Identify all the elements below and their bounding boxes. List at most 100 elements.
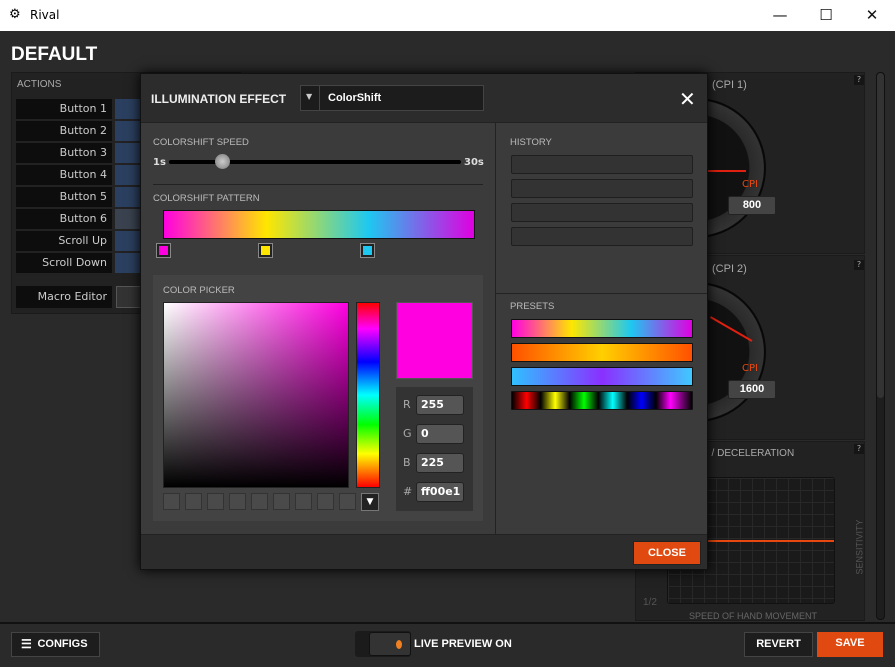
page-title: DEFAULT: [11, 44, 98, 65]
r-input[interactable]: 255: [416, 395, 464, 415]
preset-ice[interactable]: [511, 367, 693, 386]
hex-input[interactable]: ff00e1: [416, 482, 464, 502]
actions-label: ACTIONS: [17, 79, 62, 90]
action-item[interactable]: Scroll Up: [16, 231, 112, 251]
speed-min: 1s: [153, 157, 166, 168]
hue-slider[interactable]: [356, 302, 380, 488]
color-swatch[interactable]: [273, 493, 290, 510]
speed-slider[interactable]: [169, 154, 461, 169]
preset-fire[interactable]: [511, 343, 693, 362]
pattern-gradient-bar[interactable]: [163, 210, 475, 239]
color-swatch[interactable]: [339, 493, 356, 510]
color-swatch[interactable]: [163, 493, 180, 510]
pattern-stop[interactable]: [258, 243, 273, 258]
mouse-icon[interactable]: [115, 187, 140, 207]
live-preview-label: LIVE PREVIEW ON: [414, 638, 512, 650]
gauge-needle: [706, 170, 746, 172]
x-axis-label: SPEED OF HAND MOVEMENT: [689, 611, 818, 621]
indicator-light-icon: [396, 640, 402, 649]
color-swatch[interactable]: [295, 493, 312, 510]
color-swatch[interactable]: [251, 493, 268, 510]
close-button[interactable]: CLOSE: [633, 541, 701, 565]
selected-color-preview: [396, 302, 473, 379]
preset-rainbow[interactable]: [511, 319, 693, 338]
live-preview-toggle[interactable]: [355, 631, 411, 657]
presets-label: PRESETS: [510, 301, 555, 312]
history-slot[interactable]: [511, 203, 693, 222]
pattern-stop[interactable]: [156, 243, 171, 258]
effect-value: ColorShift: [328, 92, 382, 104]
list-icon: ☰: [21, 637, 32, 651]
cpi1-value[interactable]: 800: [728, 196, 776, 215]
action-item[interactable]: Button 4: [16, 165, 112, 185]
cpi1-label: CPI: [742, 179, 758, 190]
pattern-stop[interactable]: [360, 243, 375, 258]
hex-label: #: [403, 485, 413, 498]
maximize-button[interactable]: ☐: [803, 0, 849, 31]
color-picker-label: COLOR PICKER: [163, 285, 235, 296]
close-icon[interactable]: ✕: [679, 87, 696, 111]
help-icon[interactable]: ?: [854, 75, 864, 85]
dialog-header: ILLUMINATION EFFECT ▼ ColorShift ✕: [141, 74, 707, 123]
mouse-icon[interactable]: [115, 121, 140, 141]
dialog-title: ILLUMINATION EFFECT: [151, 92, 287, 106]
configs-label: CONFIGS: [37, 638, 88, 650]
action-item[interactable]: Button 6: [16, 209, 112, 229]
mouse-icon[interactable]: [115, 165, 140, 185]
b-input[interactable]: 225: [416, 453, 464, 473]
illumination-effect-dialog: ILLUMINATION EFFECT ▼ ColorShift ✕ COLOR…: [140, 73, 708, 570]
action-item[interactable]: Button 1: [16, 99, 112, 119]
mouse-icon[interactable]: [115, 253, 140, 273]
close-window-button[interactable]: ✕: [849, 0, 895, 31]
r-label: R: [403, 398, 411, 411]
history-label: HISTORY: [510, 137, 552, 148]
mouse-icon[interactable]: [115, 99, 140, 119]
macro-editor-button[interactable]: Macro Editor: [16, 286, 112, 308]
slider-thumb[interactable]: [214, 154, 230, 169]
speed-max: 30s: [464, 157, 484, 168]
cpi2-value[interactable]: 1600: [728, 380, 776, 399]
help-icon[interactable]: ?: [854, 260, 864, 270]
cpi2-label: CPI: [742, 363, 758, 374]
preset-strobe[interactable]: [511, 391, 693, 410]
pattern-label: COLORSHIFT PATTERN: [153, 193, 260, 204]
page-indicator: 1/2: [643, 597, 657, 608]
color-swatch[interactable]: [317, 493, 334, 510]
app-logo-icon: ⚙: [9, 7, 21, 22]
saturation-value-area[interactable]: [163, 302, 349, 488]
g-label: G: [403, 427, 412, 440]
cpi2-title: (CPI 2): [712, 263, 747, 275]
mouse-icon[interactable]: [115, 143, 140, 163]
effect-dropdown[interactable]: ▼ ColorShift: [300, 85, 484, 111]
configs-button[interactable]: ☰ CONFIGS: [11, 632, 100, 657]
history-slot[interactable]: [511, 179, 693, 198]
scrollbar[interactable]: [876, 72, 885, 620]
color-picker-panel: COLOR PICKER ▼ R 255 G 0 B 225 # ff00e1: [153, 275, 483, 521]
title-bar: ⚙ Rival — ☐ ✕: [0, 0, 895, 31]
gauge-icon[interactable]: [115, 209, 140, 229]
y-axis-label: SENSITIVITY: [854, 519, 865, 575]
mouse-icon[interactable]: [115, 231, 140, 251]
action-item[interactable]: Scroll Down: [16, 253, 112, 273]
action-item[interactable]: Button 5: [16, 187, 112, 207]
color-swatch[interactable]: [207, 493, 224, 510]
color-swatch[interactable]: [185, 493, 202, 510]
color-swatch[interactable]: [229, 493, 246, 510]
history-slot[interactable]: [511, 227, 693, 246]
chevron-down-icon[interactable]: ▼: [361, 493, 379, 511]
help-icon[interactable]: ?: [854, 444, 864, 454]
history-slot[interactable]: [511, 155, 693, 174]
action-item[interactable]: Button 3: [16, 143, 112, 163]
revert-button[interactable]: REVERT: [744, 632, 813, 657]
speed-label: COLORSHIFT SPEED: [153, 137, 249, 148]
chevron-down-icon: ▼: [306, 92, 313, 101]
cpi1-title: (CPI 1): [712, 79, 747, 91]
accel-title: I / DECELERATION: [706, 448, 795, 459]
g-input[interactable]: 0: [416, 424, 464, 444]
save-button[interactable]: SAVE: [817, 632, 883, 657]
dialog-footer: CLOSE: [141, 534, 707, 569]
b-label: B: [403, 456, 411, 469]
minimize-button[interactable]: —: [757, 0, 803, 31]
action-item[interactable]: Button 2: [16, 121, 112, 141]
scrollbar-thumb[interactable]: [877, 73, 884, 398]
